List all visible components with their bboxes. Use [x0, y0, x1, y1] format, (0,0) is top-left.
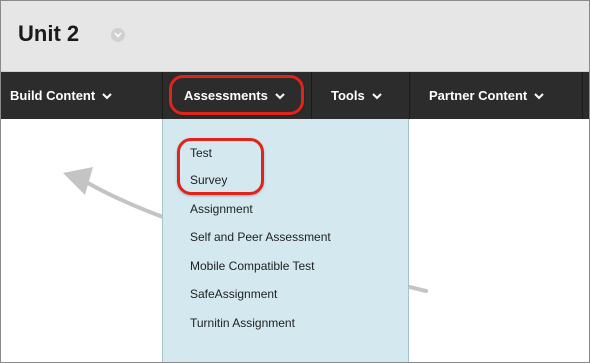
chevron-down-icon	[102, 88, 112, 103]
menu-item-mobile-compatible-test[interactable]: Mobile Compatible Test	[190, 259, 315, 273]
page-title: Unit 2	[18, 21, 80, 46]
menu-item-assignment[interactable]: Assignment	[190, 202, 253, 216]
menu-item-self-and-peer-assessment[interactable]: Self and Peer Assessment	[190, 230, 331, 244]
menu-item-safeassignment[interactable]: SafeAssignment	[190, 287, 277, 301]
test-survey-highlight	[177, 138, 264, 195]
partner-content-label: Partner Content	[429, 88, 528, 103]
build-content-label: Build Content	[10, 88, 96, 103]
tools-button[interactable]: Tools	[312, 72, 409, 119]
partner-content-button[interactable]: Partner Content	[410, 72, 582, 119]
tools-label: Tools	[331, 88, 365, 103]
menu-item-turnitin-assignment[interactable]: Turnitin Assignment	[190, 316, 295, 330]
chevron-down-icon[interactable]	[111, 28, 125, 42]
assessments-highlight	[169, 75, 304, 115]
page-header: Unit 2	[1, 1, 589, 72]
toolbar-divider	[582, 72, 583, 119]
chevron-down-icon	[371, 88, 382, 103]
chevron-down-icon	[534, 88, 544, 103]
build-content-button[interactable]: Build Content	[1, 72, 162, 119]
content-area-frame: Unit 2 Build Content Assessments Tools P…	[0, 0, 590, 363]
